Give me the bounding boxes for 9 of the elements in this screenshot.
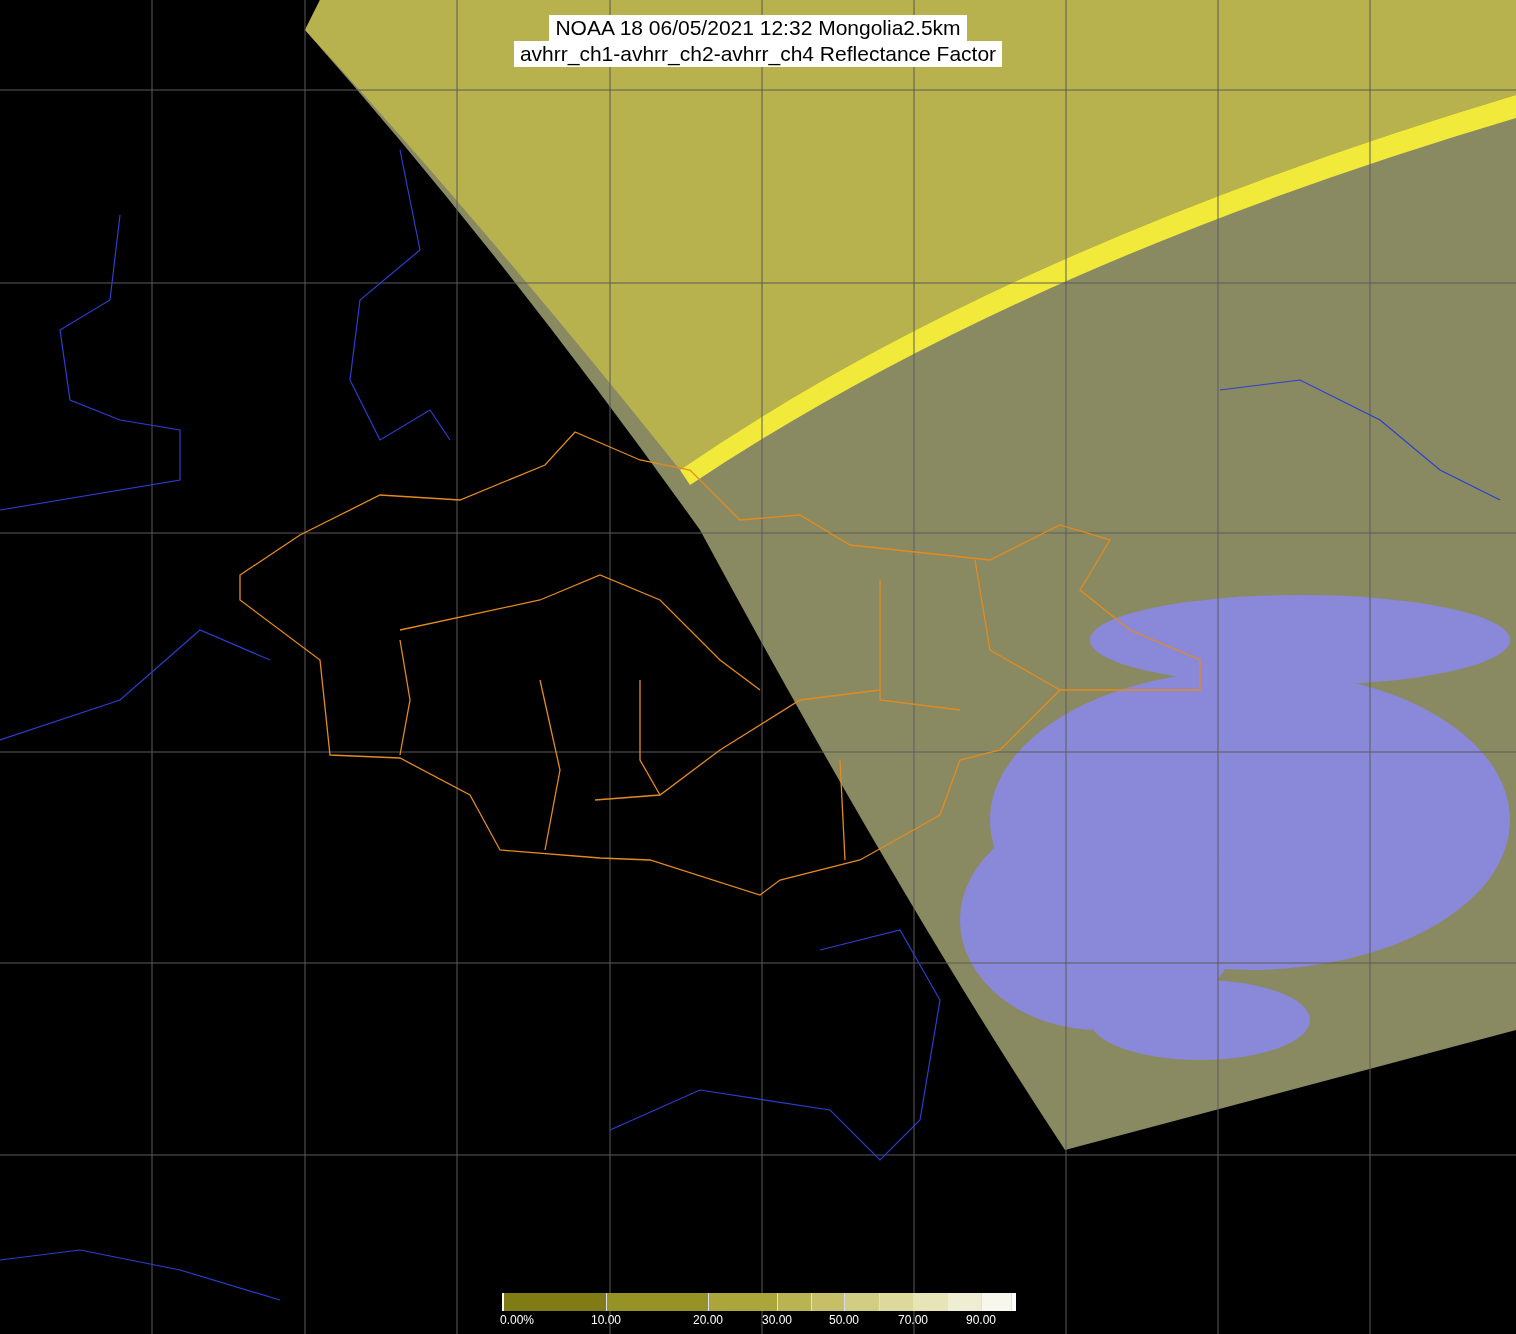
scale-label: 20.00: [693, 1313, 724, 1327]
scale-label: 70.00: [898, 1313, 929, 1327]
scale-label: 0.00%: [500, 1313, 535, 1327]
scale-label: 30.00: [762, 1313, 793, 1327]
scale-label: 50.00: [829, 1313, 860, 1327]
map-title: avhrr_ch1-avhrr_ch2-avhrr_ch4 Reflectance Factor: [513, 41, 1003, 67]
scale-label: 10.00: [591, 1313, 622, 1327]
scale-label: 90.00: [966, 1313, 997, 1327]
map-title: NOAA 18 06/05/2021 12:32 Mongolia2.5km: [549, 15, 967, 41]
